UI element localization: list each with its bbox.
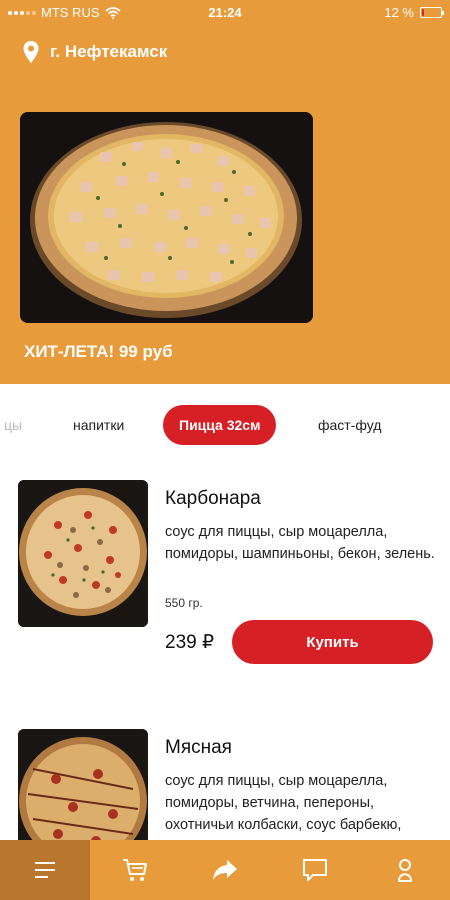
tab-fast-food[interactable]: фаст-фуд (318, 405, 381, 445)
menu-icon (35, 862, 55, 878)
nav-chat[interactable] (270, 840, 360, 900)
banner-title: ХИТ-ЛЕТА! 99 руб (24, 342, 173, 361)
promo-banner[interactable] (20, 112, 313, 323)
nav-cart[interactable] (90, 840, 180, 900)
product-image[interactable] (18, 480, 148, 627)
product-description: соус для пиццы, сыр моцарелла, помидоры,… (165, 524, 435, 562)
nav-share[interactable] (180, 840, 270, 900)
category-tabs: цы напитки Пицца 32см фаст-фуд (0, 405, 450, 445)
bottom-nav (0, 840, 450, 900)
header: г. Нефтекамск ХИТ-ЛЕТА! 99 руб (0, 26, 450, 384)
location-pin-icon (23, 41, 39, 63)
tab-pizza-partial[interactable]: цы (4, 405, 22, 445)
location-selector[interactable]: г. Нефтекамск (22, 40, 167, 64)
buy-button[interactable]: Купить (232, 620, 433, 664)
status-bar: MTS RUS 21:24 12 % (0, 0, 450, 26)
banner-pizza-image (20, 112, 313, 323)
battery-fill (422, 9, 424, 16)
status-right: 12 % (384, 5, 444, 20)
status-time: 21:24 (208, 5, 242, 20)
battery-icon (420, 7, 444, 18)
nav-menu[interactable] (0, 840, 90, 900)
profile-icon (397, 859, 413, 882)
battery-percent: 12 % (384, 5, 414, 20)
carbonara-pizza-image (18, 480, 148, 627)
share-icon (213, 860, 237, 880)
tab-pizza-32[interactable]: Пицца 32см (163, 405, 277, 445)
product-price: 239 ₽ (165, 632, 215, 653)
chat-icon (303, 859, 327, 881)
product-weight: 550 гр. (165, 596, 203, 610)
product-name: Карбонара (165, 488, 261, 509)
location-city: г. Нефтекамск (50, 42, 168, 61)
tab-drinks[interactable]: напитки (73, 405, 124, 445)
product-name: Мясная (165, 737, 232, 758)
nav-profile[interactable] (360, 840, 450, 900)
cart-icon (123, 859, 147, 881)
